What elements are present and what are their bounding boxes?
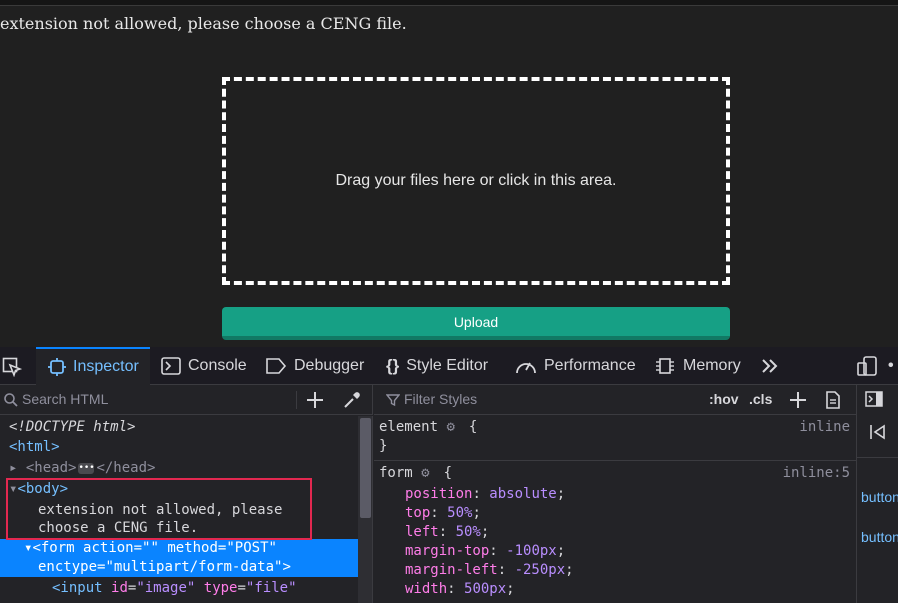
markup-scrollbar[interactable] [358,416,373,603]
add-node-icon[interactable] [306,391,324,409]
scrollbar-thumb[interactable] [360,418,371,518]
tab-memory[interactable]: Memory [654,347,741,385]
element-rule-close: } [379,438,388,454]
tab-console[interactable]: Console [161,347,247,385]
form-node-selected[interactable]: ▾<form action="" method="POST" enctype="… [0,539,358,577]
eyedropper-icon[interactable] [342,390,362,410]
tab-debugger[interactable]: Debugger [265,347,364,385]
upload-button[interactable]: Upload [222,307,730,340]
style-editor-icon: {} [386,356,400,375]
side-divider [857,457,898,458]
print-media-icon[interactable] [825,391,841,409]
tab-style-editor[interactable]: {} Style Editor [386,347,488,385]
tab-label: Performance [544,357,636,374]
toolbar-divider [296,391,297,409]
error-message: extension not allowed, please choose a C… [0,14,407,33]
element-rule-header: element ⚙ { [379,418,478,437]
form-rule-source[interactable]: inline:5 [783,464,850,483]
highlight-box [6,478,312,540]
css-declaration[interactable]: margin-top: -100px; [405,542,565,561]
element-picker-icon[interactable] [2,357,22,377]
performance-icon [516,362,536,374]
event-link[interactable]: button [861,529,898,545]
css-declaration[interactable]: margin-left: -250px; [405,561,574,580]
rules-view[interactable]: element ⚙ { inline } form ⚙ { inline:5 p… [374,416,856,603]
devtools-panel: Inspector Console Debugger {} Style Edit… [0,347,898,603]
search-icon [4,393,18,407]
search-html-input[interactable]: Search HTML [22,391,108,407]
tab-label: Style Editor [406,357,489,374]
responsive-design-button[interactable]: • [856,347,894,385]
tab-label: Debugger [294,357,365,374]
add-rule-icon[interactable] [789,391,807,409]
drop-zone-text: Drag your files here or click in this ar… [335,172,617,189]
input-node[interactable]: <input id="image" type="file" [52,578,297,598]
doctype-node[interactable]: <!DOCTYPE html> [9,417,135,437]
devtools-tabbar: Inspector Console Debugger {} Style Edit… [0,347,898,385]
inspector-icon [48,358,66,376]
form-rule-header: form ⚙ { [379,464,453,483]
web-page: extension not allowed, please choose a C… [0,0,898,347]
css-declaration[interactable]: width: 500px; [405,580,515,599]
tab-inspector[interactable]: Inspector [36,347,150,385]
collapsed-ellipsis-icon[interactable]: ••• [78,462,95,474]
hover-state-toggle[interactable]: :hov [709,391,739,407]
html-node[interactable]: <html> [9,437,60,457]
chevron-double-right-icon [762,359,778,373]
filter-styles-input[interactable]: Filter Styles [404,391,477,407]
page-top-strip [0,0,898,6]
css-declaration[interactable]: top: 50%; [405,504,481,523]
expand-arrow-icon[interactable]: ▸ [9,460,17,476]
filter-icon [386,394,400,407]
debugger-icon [266,358,287,374]
gear-icon[interactable]: ⚙ [421,464,435,483]
event-link[interactable]: button [861,489,898,505]
element-rule-source: inline [799,419,850,435]
responsive-mode-icon [857,356,877,376]
memory-icon [656,358,674,374]
class-toggle[interactable]: .cls [749,391,772,407]
css-declaration[interactable]: position: absolute; [405,485,565,504]
toggle-sidebar-icon[interactable] [865,391,883,407]
tab-label: Memory [683,357,741,374]
console-icon [161,357,181,375]
tab-performance[interactable]: Performance [515,347,636,385]
head-node[interactable]: ▸ <head> ••• </head> [9,458,155,478]
side-panel: button button [856,385,898,603]
tab-label: Inspector [73,358,139,375]
markup-toolbar: Search HTML [0,385,373,415]
more-tabs-button[interactable] [760,347,780,385]
rule-divider [374,460,856,461]
rules-toolbar: Filter Styles :hov .cls [374,385,856,415]
css-declaration[interactable]: left: 50%; [405,523,489,542]
collapse-pane-icon[interactable] [869,423,887,441]
tab-label: Console [188,357,247,374]
file-drop-zone[interactable]: Drag your files here or click in this ar… [222,77,730,285]
overflow-dot-icon[interactable]: • [888,357,894,375]
gear-icon[interactable]: ⚙ [446,418,460,437]
